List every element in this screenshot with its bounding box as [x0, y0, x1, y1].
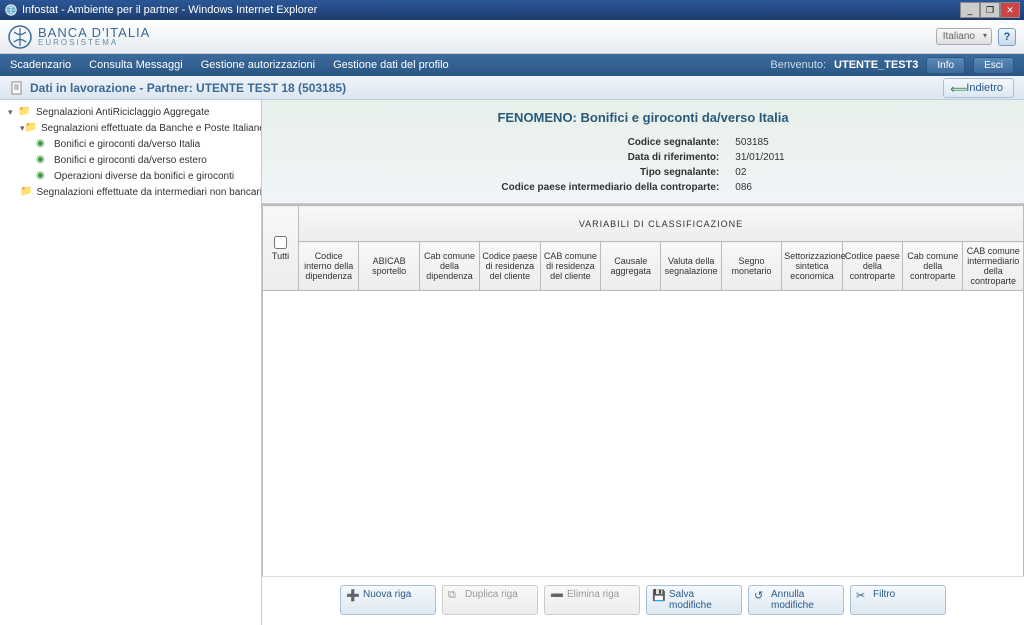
main-content: ▾ 📁 Segnalazioni AntiRiciclaggio Aggrega… [0, 100, 1024, 625]
tree-leaf-operazioni-diverse[interactable]: ◉ Operazioni diverse da bonifici e giroc… [0, 168, 261, 184]
window-title: Infostat - Ambiente per il partner - Win… [22, 4, 960, 16]
col-abicab-sportello[interactable]: ABICAB sportello [359, 242, 419, 291]
tree-label: Bonifici e giroconti da/verso estero [54, 155, 207, 166]
col-cab-controparte[interactable]: Cab comune della controparte [903, 242, 963, 291]
circle-check-icon: ◉ [36, 138, 50, 150]
toolbar: ➕ Nuova riga ⧉ Duplica riga ➖ Elimina ri… [262, 576, 1024, 625]
grid-body-empty[interactable] [262, 291, 1024, 576]
duplicate-row-button[interactable]: ⧉ Duplica riga [442, 585, 538, 615]
tree-label: Segnalazioni AntiRiciclaggio Aggregate [36, 107, 209, 118]
bank-logo-icon [8, 25, 32, 49]
col-cab-dipendenza[interactable]: Cab comune della dipendenza [419, 242, 479, 291]
codice-paese-intermediario-value: 086 [727, 180, 792, 195]
sidebar-tree: ▾ 📁 Segnalazioni AntiRiciclaggio Aggrega… [0, 100, 262, 625]
data-riferimento-value: 31/01/2011 [727, 150, 792, 165]
nav-gestione-autorizzazioni[interactable]: Gestione autorizzazioni [201, 59, 315, 71]
filter-icon: ✂ [856, 589, 868, 601]
content-panel: FENOMENO: Bonifici e giroconti da/verso … [262, 100, 1024, 625]
plus-icon: ➕ [346, 589, 358, 601]
tree-node-intermediari[interactable]: 📁 Segnalazioni effettuate da intermediar… [0, 184, 261, 200]
nav-consulta-messaggi[interactable]: Consulta Messaggi [89, 59, 183, 71]
help-button[interactable]: ? [998, 28, 1016, 46]
phenomenon-title: FENOMENO: Bonifici e giroconti da/verso … [282, 110, 1004, 125]
codice-paese-intermediario-label: Codice paese intermediario della controp… [493, 180, 727, 195]
col-cab-residenza-cliente[interactable]: CAB comune di residenza del cliente [540, 242, 600, 291]
globe-icon [4, 3, 18, 17]
nav-scadenzario[interactable]: Scadenzario [10, 59, 71, 71]
window-titlebar: Infostat - Ambiente per il partner - Win… [0, 0, 1024, 20]
tree-leaf-bonifici-italia[interactable]: ◉ Bonifici e giroconti da/verso Italia [0, 136, 261, 152]
grid-header-table: Tutti VARIABILI DI CLASSIFICAZIONE Codic… [262, 205, 1024, 291]
tree-label: Bonifici e giroconti da/verso Italia [54, 139, 200, 150]
save-icon: 💾 [652, 589, 664, 601]
col-codice-paese-residenza[interactable]: Codice paese di residenza del cliente [480, 242, 540, 291]
brand-subtitle: EUROSISTEMA [38, 39, 150, 47]
tree-leaf-bonifici-estero[interactable]: ◉ Bonifici e giroconti da/verso estero [0, 152, 261, 168]
data-grid: Tutti VARIABILI DI CLASSIFICAZIONE Codic… [262, 204, 1024, 576]
col-causale-aggregata[interactable]: Causale aggregata [601, 242, 661, 291]
maximize-button[interactable]: ❐ [980, 2, 1000, 18]
copy-icon: ⧉ [448, 589, 460, 601]
brand-bar: BANCA D'ITALIA EUROSISTEMA Italiano ? [0, 20, 1024, 54]
folder-icon: 📁 [25, 122, 37, 134]
language-select[interactable]: Italiano [936, 28, 992, 45]
back-button[interactable]: Indietro [943, 78, 1014, 98]
info-button[interactable]: Info [926, 57, 965, 74]
tree-label: Operazioni diverse da bonifici e girocon… [54, 171, 234, 182]
tipo-segnalante-value: 02 [727, 165, 792, 180]
tipo-segnalante-label: Tipo segnalante: [493, 165, 727, 180]
circle-check-icon: ◉ [36, 170, 50, 182]
circle-check-icon: ◉ [36, 154, 50, 166]
tree-node-banche[interactable]: ▾ 📁 Segnalazioni effettuate da Banche e … [0, 120, 261, 136]
tree-label: Segnalazioni effettuate da Banche e Post… [41, 123, 262, 134]
data-riferimento-label: Data di riferimento: [493, 150, 727, 165]
document-icon [10, 81, 24, 95]
breadcrumb: Dati in lavorazione - Partner: UTENTE TE… [0, 76, 1024, 100]
col-cab-intermediario-controparte[interactable]: CAB comune intermediario della contropar… [963, 242, 1024, 291]
folder-icon: 📁 [18, 106, 32, 118]
col-valuta-segnalazione[interactable]: Valuta della segnalazione [661, 242, 721, 291]
col-codice-paese-controparte[interactable]: Codice paese della controparte [842, 242, 902, 291]
save-changes-button[interactable]: 💾 Salva modifiche [646, 585, 742, 615]
undo-icon: ↺ [754, 589, 766, 601]
select-all-header[interactable]: Tutti [263, 206, 299, 291]
nav-bar: Scadenzario Consulta Messaggi Gestione a… [0, 54, 1024, 76]
minimize-button[interactable]: _ [960, 2, 980, 18]
new-row-button[interactable]: ➕ Nuova riga [340, 585, 436, 615]
user-name: UTENTE_TEST3 [834, 59, 918, 71]
cancel-changes-button[interactable]: ↺ Annulla modifiche [748, 585, 844, 615]
col-codice-interno[interactable]: Codice interno della dipendenza [299, 242, 359, 291]
brand-logo: BANCA D'ITALIA EUROSISTEMA [8, 25, 150, 49]
delete-row-button[interactable]: ➖ Elimina riga [544, 585, 640, 615]
codice-segnalante-label: Codice segnalante: [493, 135, 727, 150]
col-segno-monetario[interactable]: Segno monetario [721, 242, 781, 291]
window-controls: _ ❐ ✕ [960, 2, 1020, 18]
exit-button[interactable]: Esci [973, 57, 1014, 74]
welcome-label: Benvenuto: [770, 59, 826, 71]
breadcrumb-text: Dati in lavorazione - Partner: UTENTE TE… [30, 81, 346, 95]
col-settorizzazione[interactable]: Settorizzazione sintetica economica [782, 242, 842, 291]
folder-icon: 📁 [20, 186, 32, 198]
select-all-checkbox[interactable] [274, 236, 287, 249]
classification-group-header: VARIABILI DI CLASSIFICAZIONE [299, 206, 1024, 242]
language-selected: Italiano [943, 31, 975, 42]
tree-label: Segnalazioni effettuate da intermediari … [36, 187, 262, 198]
close-button[interactable]: ✕ [1000, 2, 1020, 18]
codice-segnalante-value: 503185 [727, 135, 792, 150]
collapse-icon[interactable]: ▾ [8, 107, 18, 118]
filter-button[interactable]: ✂ Filtro [850, 585, 946, 615]
nav-gestione-dati-profilo[interactable]: Gestione dati del profilo [333, 59, 449, 71]
tree-node-root[interactable]: ▾ 📁 Segnalazioni AntiRiciclaggio Aggrega… [0, 104, 261, 120]
minus-icon: ➖ [550, 589, 562, 601]
header-panel: FENOMENO: Bonifici e giroconti da/verso … [262, 100, 1024, 204]
